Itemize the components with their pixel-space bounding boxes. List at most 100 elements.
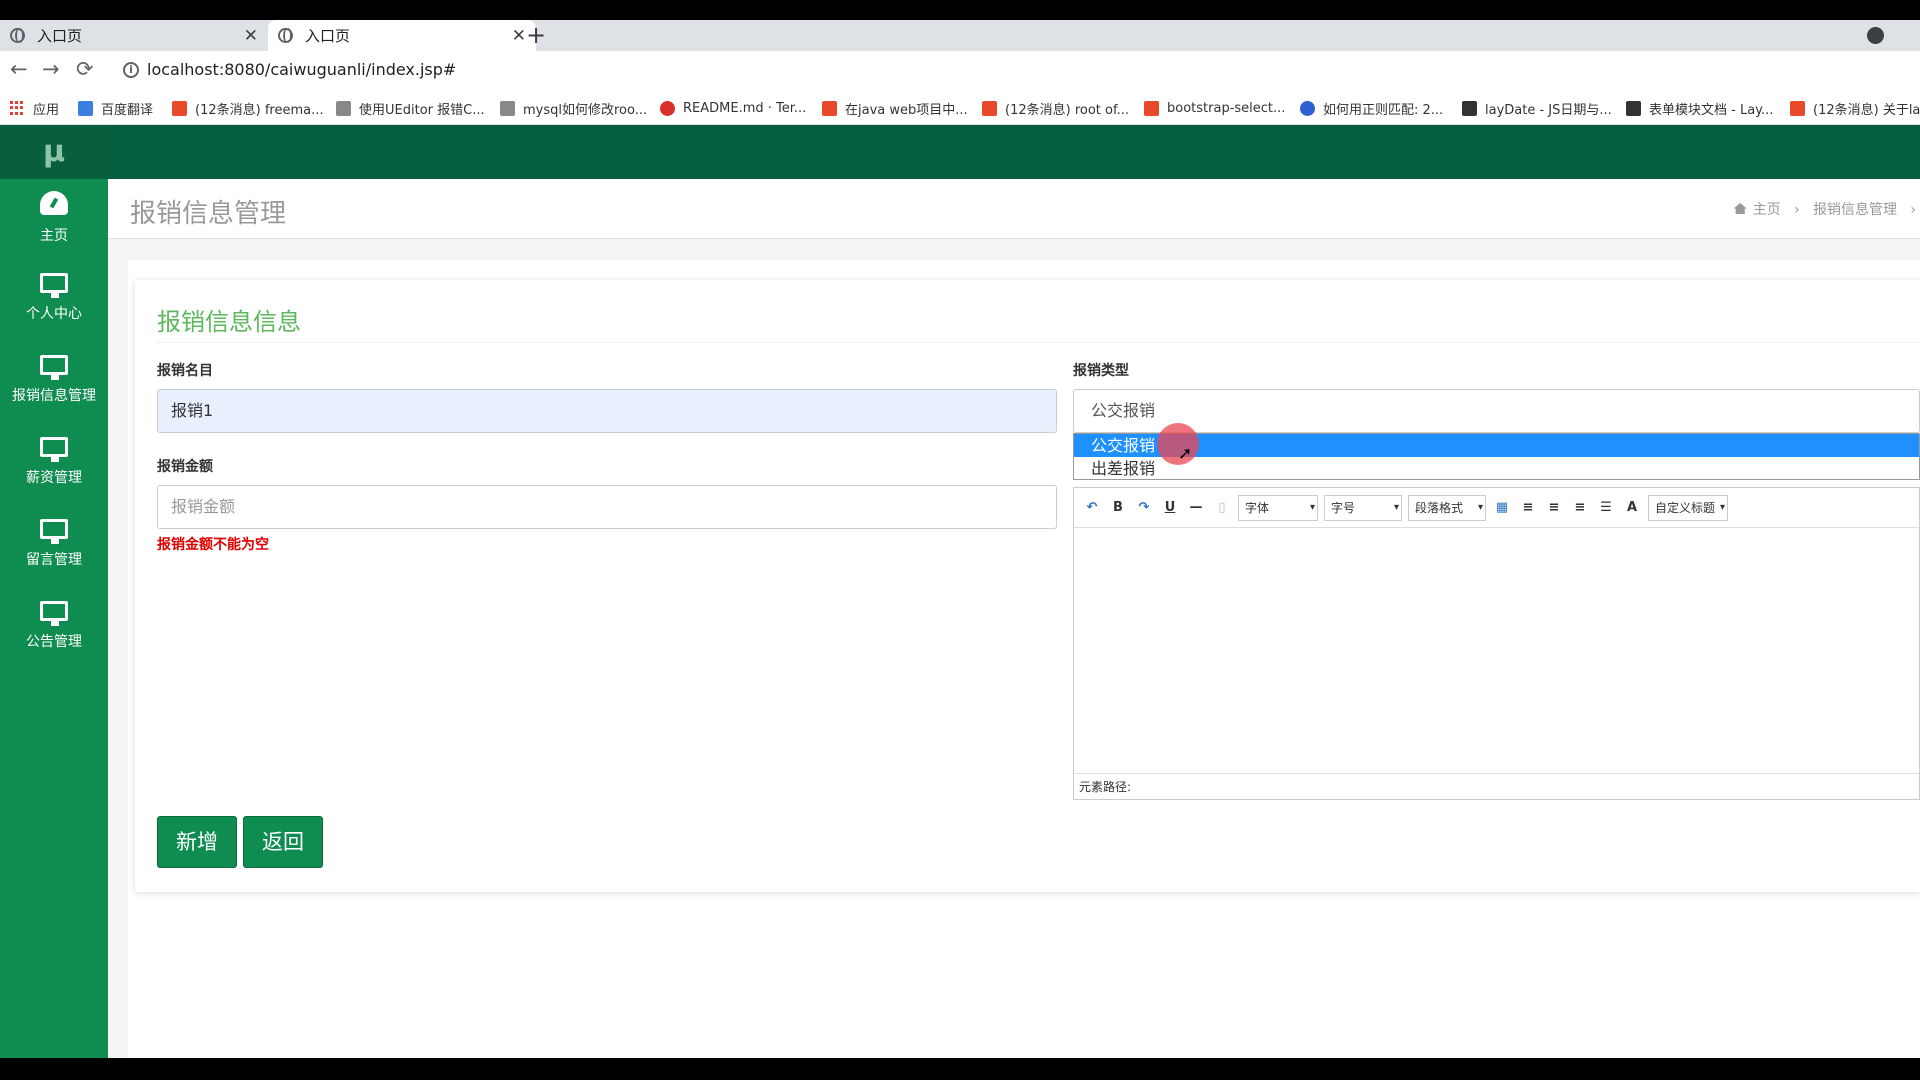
bookmark-label: 如何用正则匹配: 2... bbox=[1323, 102, 1444, 118]
page-title: 报销信息管理 bbox=[130, 199, 287, 229]
back-icon[interactable]: ← bbox=[10, 57, 28, 81]
bookmark-item[interactable]: 在java web项目中... bbox=[822, 91, 968, 124]
profile-icon[interactable] bbox=[1867, 27, 1884, 44]
browser-tab[interactable]: 入口页 ✕ bbox=[0, 20, 268, 51]
table-icon[interactable]: ▦ bbox=[1492, 500, 1512, 515]
breadcrumb-separator: › bbox=[1910, 202, 1916, 218]
sidebar-item-label: 报销信息管理 bbox=[12, 388, 96, 404]
link-icon bbox=[500, 100, 515, 116]
redo-icon[interactable]: ↷ bbox=[1134, 500, 1154, 515]
apps-grid-icon bbox=[10, 100, 25, 116]
bookmark-item[interactable]: (12条消息) freema... bbox=[172, 91, 324, 124]
clear-format-icon[interactable]: ▯ bbox=[1212, 500, 1232, 515]
close-tab-icon[interactable]: ✕ bbox=[512, 26, 526, 46]
bookmark-item[interactable]: (12条消息) root of... bbox=[982, 91, 1129, 124]
sidebar-item-salary[interactable]: 薪资管理 bbox=[0, 425, 108, 507]
bookmark-item[interactable]: layDate - JS日期与... bbox=[1462, 91, 1612, 124]
font-size-select[interactable]: 字号 bbox=[1324, 494, 1402, 521]
editor-toolbar: ↶ B ↷ U — ▯ 字体 字号 段落格式 ▦ ≡ ≡ ≡ ☰ A 自定义标题 bbox=[1074, 488, 1919, 528]
globe-icon bbox=[278, 28, 293, 43]
site-info-icon[interactable]: i bbox=[123, 62, 139, 78]
sidebar-item-home[interactable]: 主页 bbox=[0, 179, 108, 261]
bold-icon[interactable]: B bbox=[1108, 500, 1128, 515]
back-button[interactable]: 返回 bbox=[243, 816, 323, 868]
underline-icon[interactable]: U bbox=[1160, 500, 1180, 515]
sidebar-item-reimbursement[interactable]: 报销信息管理 bbox=[0, 343, 108, 425]
sidebar-item-notices[interactable]: 公告管理 bbox=[0, 589, 108, 671]
baidu-translate-icon bbox=[78, 100, 93, 116]
monitor-icon bbox=[40, 273, 68, 298]
address-bar[interactable]: localhost:8080/caiwuguanli/index.jsp# bbox=[147, 60, 456, 79]
sidebar-item-label: 公告管理 bbox=[26, 634, 82, 650]
type-dropdown[interactable]: 公交报销 出差报销 bbox=[1073, 433, 1920, 480]
bookmark-label: (12条消息) 关于lay bbox=[1813, 102, 1920, 118]
bookmark-item[interactable]: 如何用正则匹配: 2... bbox=[1300, 91, 1444, 124]
align-center-icon[interactable]: ≡ bbox=[1570, 500, 1590, 515]
gitee-icon bbox=[660, 100, 675, 116]
horizontal-rule-icon[interactable]: — bbox=[1186, 500, 1206, 515]
align-left-icon[interactable]: ≡ bbox=[1518, 500, 1538, 515]
monitor-icon bbox=[40, 355, 68, 380]
browser-toolbar: ← → ⟳ i localhost:8080/caiwuguanli/index… bbox=[0, 51, 1920, 91]
csdn-icon bbox=[982, 100, 997, 116]
dashboard-icon bbox=[40, 191, 68, 215]
link-icon bbox=[1144, 100, 1159, 116]
undo-icon[interactable]: ↶ bbox=[1082, 500, 1102, 515]
breadcrumb-current[interactable]: 报销信息管理 bbox=[1813, 202, 1897, 218]
amount-label: 报销金额 bbox=[157, 459, 213, 475]
font-color-icon[interactable]: A bbox=[1622, 500, 1642, 515]
bookmark-label: README.md · Ter... bbox=[683, 100, 807, 116]
bookmark-item[interactable]: README.md · Ter... bbox=[660, 91, 807, 124]
bookmark-item[interactable]: 使用UEditor 报错C... bbox=[336, 91, 485, 124]
bookmark-label: bootstrap-select... bbox=[1167, 100, 1286, 116]
breadcrumb-home[interactable]: 主页 bbox=[1753, 202, 1781, 218]
sidebar-item-profile[interactable]: 个人中心 bbox=[0, 261, 108, 343]
form-card: 报销信息信息 报销名目 报销1 报销金额 报销金额 报销金额不能为空 报销类型 … bbox=[135, 280, 1920, 892]
bookmark-label: 表单模块文档 - Lay... bbox=[1649, 102, 1774, 118]
bookmark-item[interactable]: (12条消息) 关于lay bbox=[1790, 91, 1920, 124]
browser-tab-active[interactable]: 入口页 ✕ bbox=[268, 20, 536, 51]
dropdown-option-selected[interactable]: 公交报销 bbox=[1074, 434, 1919, 457]
csdn-icon bbox=[1790, 100, 1805, 116]
link-icon bbox=[336, 100, 351, 116]
paragraph-select[interactable]: 段落格式 bbox=[1408, 494, 1486, 521]
bookmark-item[interactable]: 百度翻译 bbox=[78, 91, 154, 124]
type-label: 报销类型 bbox=[1073, 363, 1129, 379]
bookmark-label: (12条消息) freema... bbox=[195, 102, 324, 118]
tab-title: 入口页 bbox=[37, 27, 83, 45]
dropdown-option[interactable]: 出差报销 bbox=[1074, 457, 1919, 480]
top-header bbox=[108, 125, 1920, 179]
bookmark-item[interactable]: bootstrap-select... bbox=[1144, 91, 1286, 124]
amount-input[interactable]: 报销金额 bbox=[157, 485, 1057, 529]
rich-text-editor[interactable]: ↶ B ↷ U — ▯ 字体 字号 段落格式 ▦ ≡ ≡ ≡ ☰ A 自定义标题… bbox=[1073, 487, 1920, 800]
amount-error: 报销金额不能为空 bbox=[157, 537, 269, 553]
reload-icon[interactable]: ⟳ bbox=[76, 57, 94, 81]
name-input[interactable]: 报销1 bbox=[157, 389, 1057, 433]
bookmark-label: mysql如何修改roo... bbox=[523, 102, 648, 118]
forward-icon[interactable]: → bbox=[42, 57, 60, 81]
sidebar-item-label: 个人中心 bbox=[26, 306, 82, 322]
bookmarks-bar: 应用 百度翻译 (12条消息) freema... 使用UEditor 报错C.… bbox=[0, 91, 1920, 125]
type-select[interactable]: 公交报销 bbox=[1073, 389, 1920, 433]
bookmark-apps[interactable]: 应用 bbox=[10, 91, 60, 124]
video-letterbox bbox=[0, 1058, 1920, 1080]
align-right-icon[interactable]: ≡ bbox=[1544, 500, 1564, 515]
bookmark-item[interactable]: mysql如何修改roo... bbox=[500, 91, 648, 124]
custom-title-select[interactable]: 自定义标题 bbox=[1648, 494, 1728, 521]
bookmark-item[interactable]: 表单模块文档 - Lay... bbox=[1626, 91, 1774, 124]
screen: 入口页 ✕ 入口页 ✕ + ← → ⟳ i localhost:8080/cai… bbox=[0, 0, 1920, 1080]
close-tab-icon[interactable]: ✕ bbox=[244, 26, 258, 46]
layui-icon bbox=[1626, 100, 1641, 116]
sidebar-item-messages[interactable]: 留言管理 bbox=[0, 507, 108, 589]
tab-title: 入口页 bbox=[305, 27, 351, 45]
align-justify-icon[interactable]: ☰ bbox=[1596, 500, 1616, 515]
globe-icon bbox=[10, 28, 25, 43]
editor-element-path: 元素路径: bbox=[1074, 773, 1919, 799]
sidebar-item-label: 主页 bbox=[40, 228, 68, 244]
home-icon bbox=[1733, 203, 1747, 214]
add-button[interactable]: 新增 bbox=[157, 816, 237, 868]
bookmark-label: 应用 bbox=[33, 102, 60, 118]
new-tab-button[interactable]: + bbox=[526, 20, 546, 51]
font-family-select[interactable]: 字体 bbox=[1238, 494, 1318, 521]
bookmark-label: 百度翻译 bbox=[101, 102, 154, 118]
